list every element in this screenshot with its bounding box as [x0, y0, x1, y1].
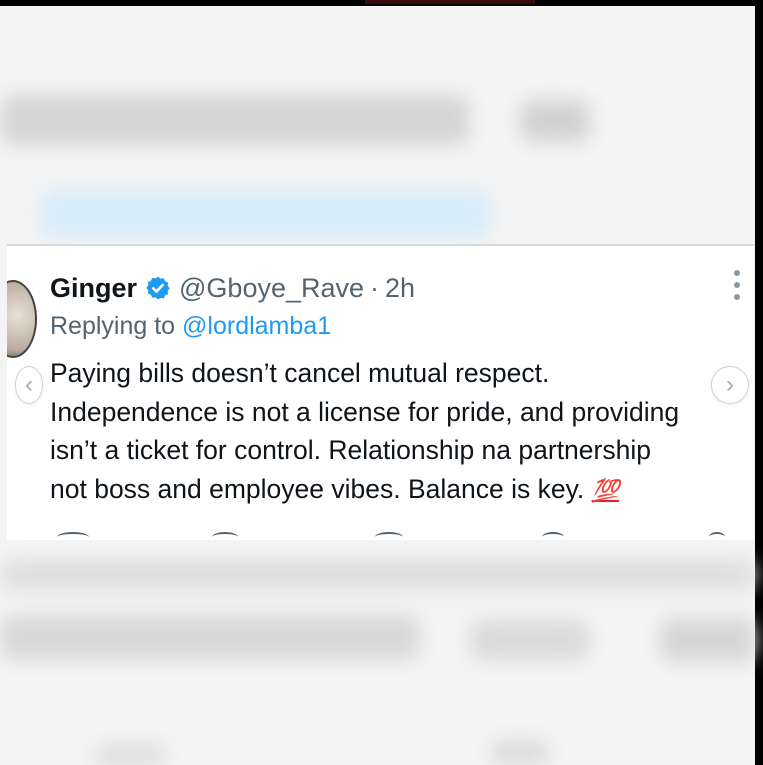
more-options-icon[interactable]	[733, 270, 741, 300]
tweet-text-line: not boss and employee vibes. Balance is …	[50, 473, 585, 504]
tweet-text-line: Independence is not a license for pride,…	[50, 396, 680, 427]
verified-badge-icon	[146, 276, 170, 300]
tweet-card[interactable]: Ginger @Gboye_Rave · 2h Replying to @lor…	[7, 244, 754, 540]
top-frame-notch	[365, 0, 535, 4]
replying-to-label: Replying to	[50, 312, 176, 340]
blurred-background-block	[520, 100, 590, 142]
blurred-background-block	[0, 560, 755, 590]
tweet-text: Paying bills doesn’t cancel mutual respe…	[50, 354, 750, 510]
blurred-background-block	[0, 615, 420, 660]
menu-dot	[734, 282, 740, 288]
timestamp[interactable]: 2h	[385, 273, 415, 304]
tweet-text-line-last: not boss and employee vibes. Balance is …	[50, 470, 750, 511]
views-icon[interactable]	[542, 532, 564, 540]
share-icon[interactable]	[709, 532, 725, 540]
blurred-background-block	[0, 95, 470, 145]
tweet-actions-row	[7, 532, 754, 540]
right-frame-bar	[755, 0, 763, 765]
user-handle[interactable]: @Gboye_Rave	[179, 273, 364, 304]
reply-mention-link[interactable]: @lordlamba1	[182, 312, 331, 340]
tweet-header: Ginger @Gboye_Rave · 2h	[50, 270, 415, 306]
tweet-text-line: isn’t a ticket for control. Relationship…	[50, 435, 651, 465]
reply-icon[interactable]	[57, 532, 89, 540]
next-arrow-button[interactable]: ›	[711, 366, 749, 404]
separator-dot: ·	[370, 272, 380, 303]
hundred-points-emoji-icon: 💯	[591, 477, 620, 503]
blurred-background-block	[490, 740, 550, 765]
tweet-text-line: Paying bills doesn’t cancel mutual respe…	[50, 358, 550, 388]
avatar[interactable]	[7, 280, 37, 358]
chevron-left-icon: ‹	[25, 371, 33, 398]
blurred-background-block	[470, 620, 590, 660]
display-name[interactable]: Ginger	[50, 273, 137, 304]
replying-to-line: Replying to @lordlamba1	[50, 312, 331, 341]
retweet-icon[interactable]	[212, 532, 238, 540]
like-icon[interactable]	[375, 532, 403, 540]
previous-arrow-button[interactable]: ‹	[15, 366, 43, 404]
blurred-background-block	[40, 190, 490, 238]
blurred-background-block	[660, 618, 755, 662]
blurred-background-block	[95, 745, 165, 765]
top-frame-bar	[0, 0, 763, 6]
chevron-right-icon: ›	[726, 371, 734, 398]
menu-dot	[734, 270, 740, 276]
menu-dot	[734, 294, 740, 300]
